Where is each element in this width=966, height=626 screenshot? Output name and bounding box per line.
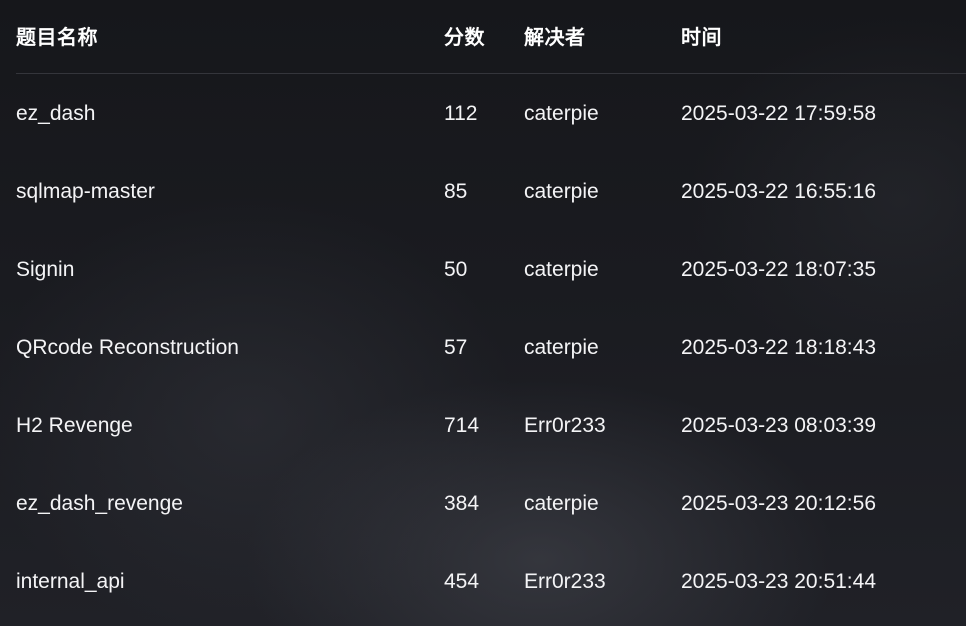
solves-table: 题目名称 分数 解决者 时间 ez_dash 112 caterpie 2025… xyxy=(16,0,966,620)
challenge-name: H2 Revenge xyxy=(16,414,133,437)
challenge-name: ez_dash xyxy=(16,102,96,125)
challenge-score: 57 xyxy=(444,336,468,359)
solve-time: 2025-03-22 17:59:58 xyxy=(681,102,876,125)
solve-time: 2025-03-22 18:18:43 xyxy=(681,336,876,359)
header-time[interactable]: 时间 xyxy=(681,0,722,73)
table-header: 题目名称 分数 解决者 时间 xyxy=(16,0,966,74)
header-solver[interactable]: 解决者 xyxy=(524,0,586,73)
challenge-score: 112 xyxy=(444,102,478,125)
challenge-name: internal_api xyxy=(16,570,125,593)
table-row[interactable]: sqlmap-master 85 caterpie 2025-03-22 16:… xyxy=(16,152,966,230)
challenge-score: 85 xyxy=(444,180,468,203)
solver-name: caterpie xyxy=(524,258,599,281)
solver-name: caterpie xyxy=(524,492,599,515)
solver-name: caterpie xyxy=(524,102,599,125)
table-row[interactable]: H2 Revenge 714 Err0r233 2025-03-23 08:03… xyxy=(16,386,966,464)
header-score[interactable]: 分数 xyxy=(444,0,485,73)
challenge-name: sqlmap-master xyxy=(16,180,155,203)
table-row[interactable]: QRcode Reconstruction 57 caterpie 2025-0… xyxy=(16,308,966,386)
solver-name: caterpie xyxy=(524,180,599,203)
solve-time: 2025-03-23 20:51:44 xyxy=(681,570,876,593)
solver-name: Err0r233 xyxy=(524,570,606,593)
solve-time: 2025-03-22 18:07:35 xyxy=(681,258,876,281)
table-row[interactable]: ez_dash_revenge 384 caterpie 2025-03-23 … xyxy=(16,464,966,542)
header-challenge-name[interactable]: 题目名称 xyxy=(16,0,98,73)
solve-time: 2025-03-23 20:12:56 xyxy=(681,492,876,515)
challenge-name: ez_dash_revenge xyxy=(16,492,183,515)
challenge-name: QRcode Reconstruction xyxy=(16,336,239,359)
table-row[interactable]: Signin 50 caterpie 2025-03-22 18:07:35 xyxy=(16,230,966,308)
solver-name: Err0r233 xyxy=(524,414,606,437)
solver-name: caterpie xyxy=(524,336,599,359)
challenge-score: 454 xyxy=(444,570,480,593)
table-row[interactable]: internal_api 454 Err0r233 2025-03-23 20:… xyxy=(16,542,966,620)
solve-time: 2025-03-22 16:55:16 xyxy=(681,180,876,203)
solve-time: 2025-03-23 08:03:39 xyxy=(681,414,876,437)
challenge-score: 714 xyxy=(444,414,480,437)
challenge-score: 384 xyxy=(444,492,480,515)
challenge-score: 50 xyxy=(444,258,468,281)
challenge-name: Signin xyxy=(16,258,75,281)
table-row[interactable]: ez_dash 112 caterpie 2025-03-22 17:59:58 xyxy=(16,74,966,152)
